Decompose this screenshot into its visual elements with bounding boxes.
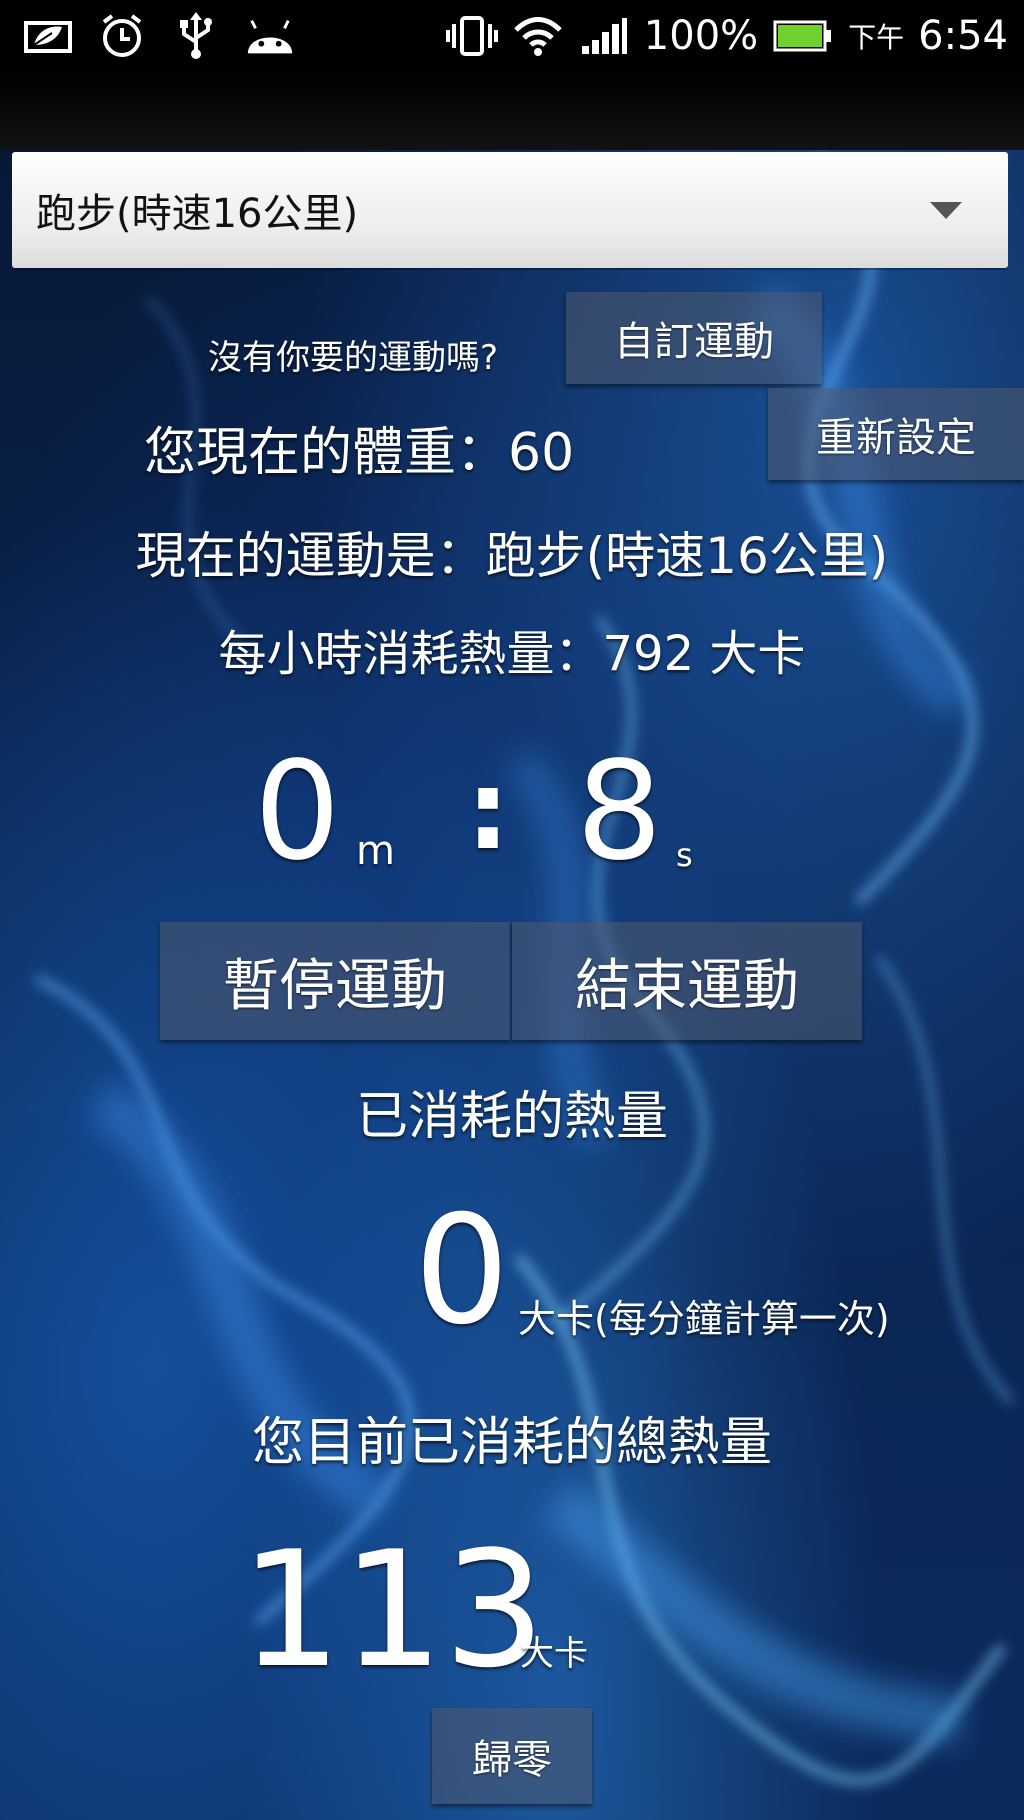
timer-seconds: 8: [576, 733, 663, 891]
wifi-icon: [512, 14, 564, 58]
android-icon: [244, 14, 296, 58]
weight-text: 您現在的體重：60: [144, 423, 575, 483]
chevron-down-icon: [930, 202, 962, 219]
action-bar: [0, 72, 1024, 150]
leaf-mail-icon: [22, 14, 74, 58]
custom-exercise-button[interactable]: 自訂運動: [566, 292, 822, 384]
exercise-spinner[interactable]: 跑步(時速16公里): [12, 152, 1008, 268]
timer-minutes: 0: [254, 733, 341, 891]
status-ampm: 下午: [848, 21, 905, 54]
current-exercise-text: 現在的運動是：跑步(時速16公里): [135, 527, 889, 585]
zero-button[interactable]: 歸零: [432, 1708, 592, 1804]
end-exercise-button[interactable]: 結束運動: [512, 922, 862, 1040]
burned-title: 已消耗的熱量: [355, 1087, 668, 1147]
reset-button[interactable]: 重新設定: [768, 388, 1024, 480]
status-bar: 100% 下午 6:54: [0, 0, 1024, 72]
total-value: 113: [240, 1516, 546, 1703]
alarm-clock-icon: [96, 14, 148, 58]
status-time: 6:54: [918, 13, 1008, 59]
timer-separator: :: [466, 746, 510, 874]
signal-icon: [578, 14, 630, 58]
battery-percent: 100%: [643, 13, 759, 59]
vibrate-icon: [445, 14, 498, 58]
total-title: 您目前已消耗的總熱量: [251, 1413, 772, 1473]
battery-icon: [772, 14, 834, 58]
timer-minutes-unit: m: [356, 828, 395, 874]
custom-exercise-prompt: 沒有你要的運動嗎?: [208, 338, 499, 378]
usb-icon: [170, 12, 222, 59]
burned-unit: 大卡(每分鐘計算一次): [518, 1297, 890, 1341]
timer-seconds-unit: s: [676, 836, 693, 874]
exercise-spinner-value: 跑步(時速16公里): [36, 191, 359, 237]
pause-exercise-button[interactable]: 暫停運動: [160, 922, 510, 1040]
burned-value: 0: [414, 1184, 510, 1358]
calories-per-hour-text: 每小時消耗熱量：792 大卡: [218, 626, 806, 682]
total-unit: 大卡: [520, 1634, 588, 1674]
